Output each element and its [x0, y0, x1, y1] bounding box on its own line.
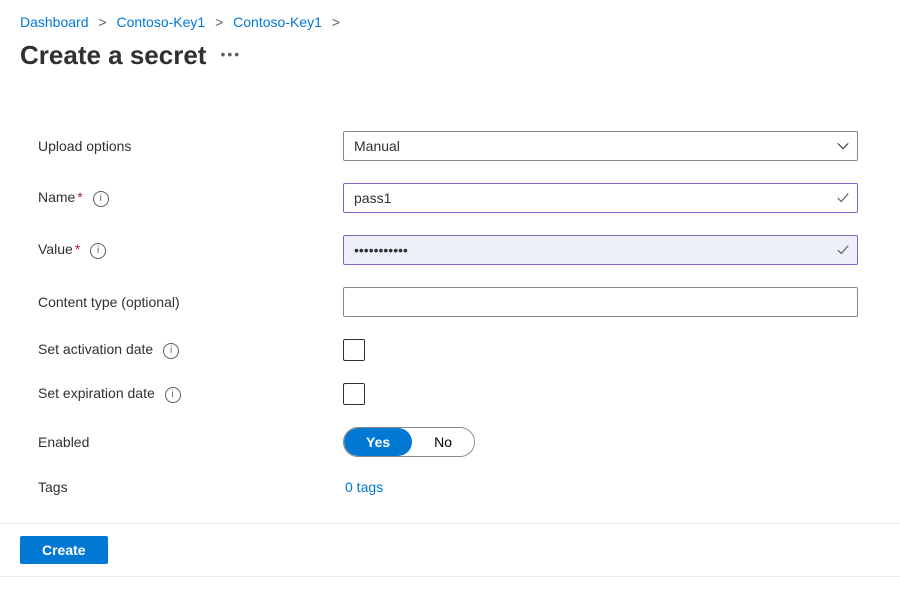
create-secret-form: Upload options Manual Name* i [38, 131, 880, 495]
more-actions-button[interactable]: ••• [220, 46, 241, 62]
breadcrumb: Dashboard > Contoso-Key1 > Contoso-Key1 … [20, 14, 880, 30]
value-input[interactable] [343, 235, 858, 265]
create-button[interactable]: Create [20, 536, 108, 564]
breadcrumb-item-contoso-key1-2[interactable]: Contoso-Key1 [233, 14, 322, 30]
content-type-input[interactable] [343, 287, 858, 317]
chevron-right-icon: > [98, 14, 106, 30]
info-icon[interactable]: i [163, 343, 179, 359]
breadcrumb-item-dashboard[interactable]: Dashboard [20, 14, 89, 30]
checkmark-icon [836, 243, 850, 257]
name-label: Name* i [38, 189, 343, 206]
activation-date-label: Set activation date i [38, 341, 343, 358]
upload-options-select[interactable]: Manual [343, 131, 858, 161]
info-icon[interactable]: i [165, 387, 181, 403]
page-title: Create a secret [20, 40, 206, 71]
info-icon[interactable]: i [93, 191, 109, 207]
checkmark-icon [836, 191, 850, 205]
name-input[interactable] [343, 183, 858, 213]
required-indicator: * [77, 189, 82, 205]
enabled-yes-button[interactable]: Yes [344, 428, 412, 456]
enabled-toggle: Yes No [343, 427, 475, 457]
form-footer: Create [0, 523, 900, 577]
enabled-no-button[interactable]: No [412, 428, 474, 456]
content-type-label: Content type (optional) [38, 294, 343, 310]
info-icon[interactable]: i [90, 243, 106, 259]
activation-date-checkbox[interactable] [343, 339, 365, 361]
tags-label: Tags [38, 479, 343, 495]
required-indicator: * [75, 241, 80, 257]
enabled-label: Enabled [38, 434, 343, 450]
chevron-right-icon: > [215, 14, 223, 30]
chevron-right-icon: > [332, 14, 340, 30]
expiration-date-checkbox[interactable] [343, 383, 365, 405]
breadcrumb-item-contoso-key1[interactable]: Contoso-Key1 [116, 14, 205, 30]
upload-options-label: Upload options [38, 138, 343, 154]
tags-link[interactable]: 0 tags [345, 479, 383, 495]
expiration-date-label: Set expiration date i [38, 385, 343, 402]
value-label: Value* i [38, 241, 343, 258]
